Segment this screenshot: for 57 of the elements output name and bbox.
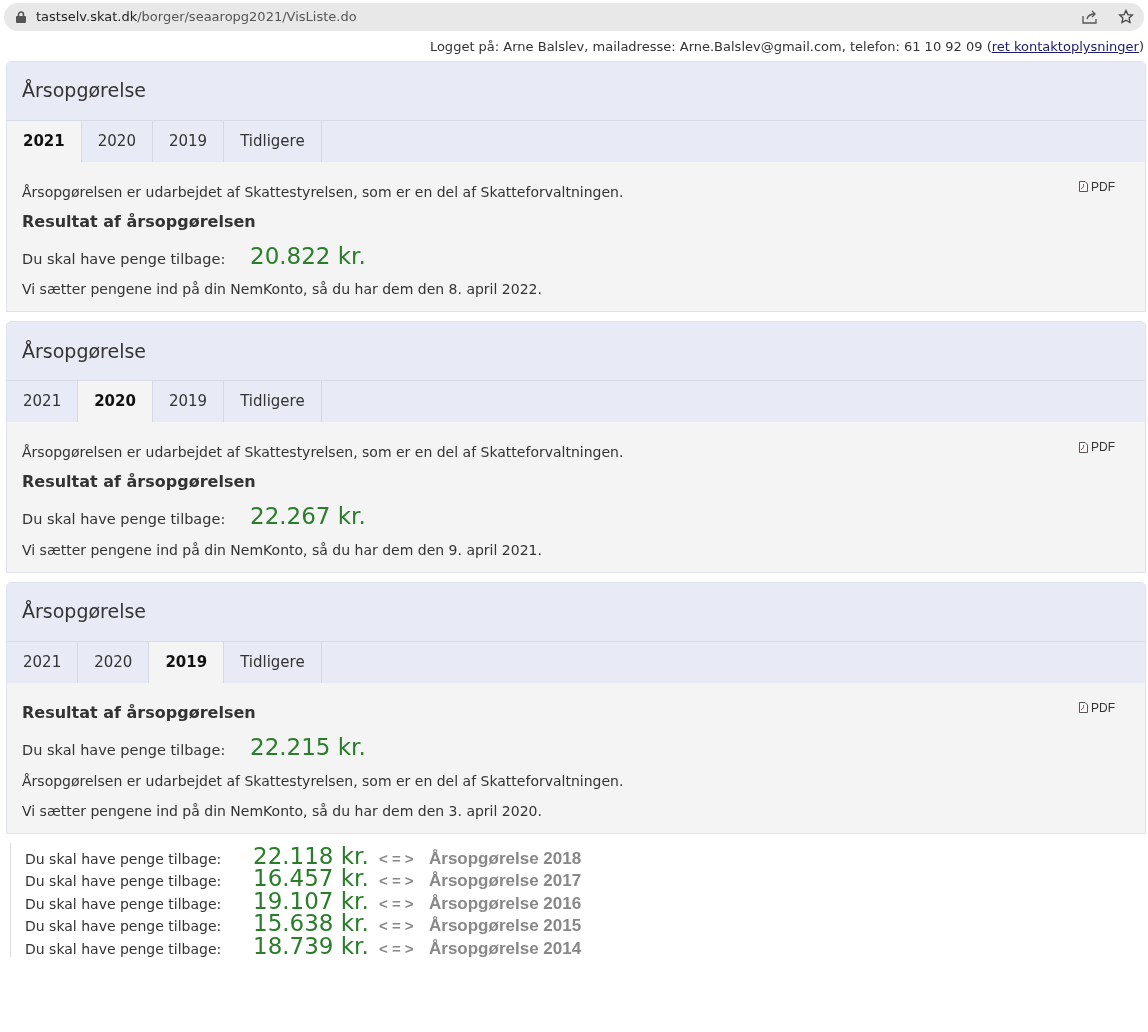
equals-arrow: < = >	[379, 916, 415, 937]
body-text: Vi sætter pengene ind på din NemKonto, så du har dem den 8. april 2022.	[22, 280, 543, 300]
refund-label: Du skal have penge tilbage:	[25, 917, 223, 937]
year-tab[interactable]: 2019	[149, 641, 225, 683]
pdf-label[interactable]: PDF	[1091, 438, 1115, 457]
refund-label: Du skal have penge tilbage:	[22, 510, 227, 530]
refund-label: Du skal have penge tilbage:	[22, 249, 227, 269]
pdf-file-icon	[1079, 702, 1088, 714]
year-title: Årsopgørelse 2017	[429, 870, 582, 893]
refund-label: Du skal have penge tilbage:	[25, 894, 223, 914]
panel-title: Årsopgørelse	[22, 600, 147, 624]
refund-amount: 16.457 kr.	[253, 867, 370, 891]
pdf-label[interactable]: PDF	[1091, 177, 1115, 196]
star-icon[interactable]	[1118, 9, 1134, 25]
body-text: Vi sætter pengene ind på din NemKonto, så du har dem den 9. april 2021.	[22, 540, 543, 560]
share-icon[interactable]	[1082, 10, 1098, 24]
body-text: Årsopgørelsen er udarbejdet af Skattestyrelsen, som er en del af Skatteforvaltningen.	[22, 443, 625, 463]
refund-amount: 22.267 kr.	[250, 502, 366, 532]
refund-label: Du skal have penge tilbage:	[25, 872, 223, 892]
body-text: Årsopgørelsen er udarbejdet af Skattestyrelsen, som er en del af Skatteforvaltningen.	[22, 771, 625, 791]
refund-amount: 15.638 kr.	[253, 912, 370, 936]
pdf-file-icon	[1079, 441, 1088, 453]
pdf-link[interactable]: PDF	[1079, 698, 1115, 717]
pdf-label[interactable]: PDF	[1091, 698, 1115, 717]
contact-link[interactable]: ret kontaktoplysninger	[991, 39, 1139, 54]
panel-title: Årsopgørelse	[22, 79, 147, 102]
body-text: Årsopgørelsen er udarbejdet af Skattestyrelsen, som er en del af Skatteforvaltningen.	[22, 182, 625, 202]
refund-label: Du skal have penge tilbage:	[22, 741, 227, 761]
year-title: Årsopgørelse 2016	[429, 892, 582, 915]
url-text: tastselv.skat.dk/borger/seaaropg2021/VisListe.do	[36, 8, 358, 27]
result-heading: Resultat af årsopgørelsen	[22, 702, 257, 723]
refund-amount: 18.739 kr.	[253, 934, 370, 958]
equals-arrow: < = >	[379, 893, 415, 914]
result-heading: Resultat af årsopgørelsen	[22, 211, 257, 231]
year-title: Årsopgørelse 2018	[429, 847, 582, 870]
refund-amount: 22.118 kr.	[253, 844, 370, 868]
refund-label: Du skal have penge tilbage:	[25, 939, 223, 959]
result-heading: Resultat af årsopgørelsen	[22, 472, 257, 492]
body-text: Vi sætter pengene ind på din NemKonto, så du har dem den 3. april 2020.	[22, 801, 543, 821]
equals-arrow: < = >	[379, 848, 415, 869]
refund-amount: 20.822 kr.	[250, 241, 366, 271]
equals-arrow: < = >	[379, 871, 415, 892]
year-tab[interactable]: 2020	[78, 381, 153, 423]
pdf-link[interactable]: PDF	[1079, 177, 1115, 196]
year-tab[interactable]: 2021	[7, 120, 82, 162]
panel-title: Årsopgørelse	[22, 339, 147, 363]
equals-arrow: < = >	[379, 938, 415, 959]
lock-icon	[16, 11, 26, 23]
year-title: Årsopgørelse 2015	[429, 915, 582, 938]
pdf-link[interactable]: PDF	[1079, 438, 1115, 457]
refund-amount: 19.107 kr.	[253, 889, 370, 913]
year-title: Årsopgørelse 2014	[429, 937, 582, 960]
address-bar[interactable]: tastselv.skat.dk/borger/seaaropg2021/VisListe.do	[4, 3, 1144, 31]
pdf-file-icon	[1079, 181, 1088, 192]
refund-amount: 22.215 kr.	[250, 733, 366, 763]
refund-label: Du skal have penge tilbage:	[25, 849, 223, 869]
login-info: Logget på: Arne Balslev, mailadresse: Arne.Balslev@gmail.com, telefon: 61 10 92 09 (ret kontaktoplysninger)	[428, 38, 1145, 56]
